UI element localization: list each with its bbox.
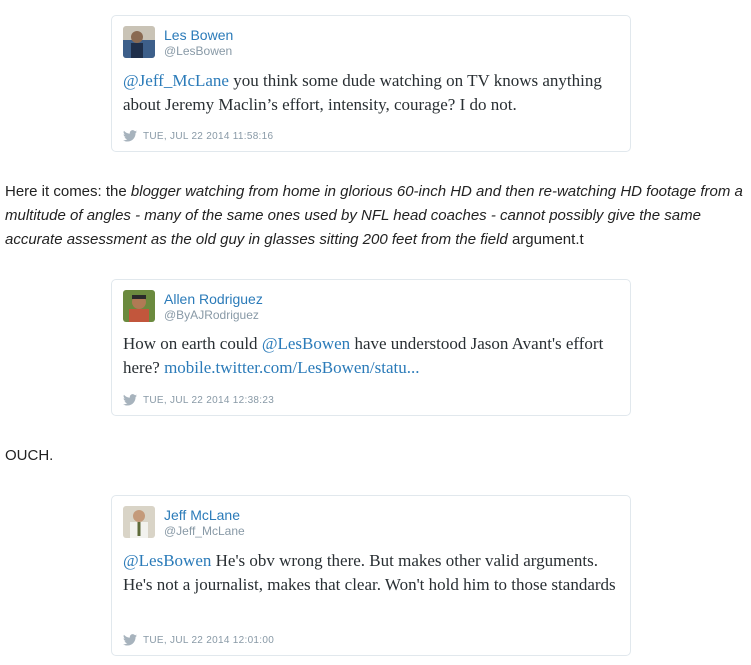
tweet-meta: TUE, JUL 22 2014 12:01:00 [123, 634, 274, 646]
tweet-les-bowen: Les Bowen @LesBowen @Jeff_McLane you thi… [111, 15, 631, 152]
avatar[interactable] [123, 290, 155, 322]
timestamp[interactable]: TUE, JUL 22 2014 12:01:00 [143, 635, 274, 646]
mention-link[interactable]: @Jeff_McLane [123, 71, 229, 90]
author-handle[interactable]: @Jeff_McLane [164, 524, 245, 538]
twitter-bird-icon [123, 634, 137, 646]
avatar[interactable] [123, 26, 155, 58]
tweet-text: How on earth could @LesBowen have unders… [123, 332, 616, 380]
tweet-text: @LesBowen He's obv wrong there. But make… [123, 549, 616, 597]
author-name[interactable]: Allen Rodriguez [164, 291, 263, 307]
tweet-url-link[interactable]: mobile.twitter.com/LesBowen/statu... [164, 358, 419, 377]
tweet-text: @Jeff_McLane you think some dude watchin… [123, 69, 616, 117]
twitter-bird-icon [123, 394, 137, 406]
paragraph-text: OUCH. [5, 447, 54, 464]
mention-link[interactable]: @LesBowen [262, 334, 350, 353]
paragraph-text-start: Here it comes: the [5, 183, 131, 200]
author-name[interactable]: Les Bowen [164, 27, 233, 43]
tweet-text-start: How on earth could [123, 334, 262, 353]
twitter-bird-icon [123, 130, 137, 142]
mention-link[interactable]: @LesBowen [123, 551, 211, 570]
article-paragraph: Here it comes: the blogger watching from… [5, 180, 747, 252]
avatar[interactable] [123, 506, 155, 538]
timestamp[interactable]: TUE, JUL 22 2014 12:38:23 [143, 395, 274, 406]
tweet-meta: TUE, JUL 22 2014 12:38:23 [123, 394, 274, 406]
author-handle[interactable]: @ByAJRodriguez [164, 308, 259, 322]
tweet-jeff-mclane: Jeff McLane @Jeff_McLane @LesBowen He's … [111, 495, 631, 656]
author-handle[interactable]: @LesBowen [164, 44, 232, 58]
timestamp[interactable]: TUE, JUL 22 2014 11:58:16 [143, 131, 273, 142]
paragraph-text-end: argument.t [507, 231, 584, 248]
tweet-meta: TUE, JUL 22 2014 11:58:16 [123, 130, 273, 142]
article-paragraph-ouch: OUCH. [5, 444, 747, 468]
author-name[interactable]: Jeff McLane [164, 507, 240, 523]
tweet-allen-rodriguez: Allen Rodriguez @ByAJRodriguez How on ea… [111, 279, 631, 416]
